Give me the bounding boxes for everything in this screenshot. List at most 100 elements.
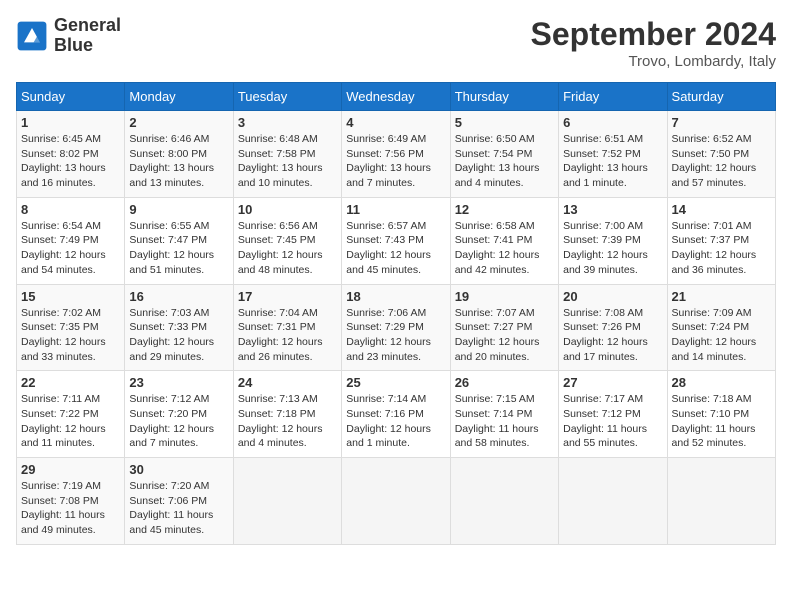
day-info: Sunrise: 6:49 AM Sunset: 7:56 PM Dayligh… — [346, 132, 445, 191]
calendar-table: SundayMondayTuesdayWednesdayThursdayFrid… — [16, 82, 776, 545]
day-cell: 19 Sunrise: 7:07 AM Sunset: 7:27 PM Dayli… — [450, 284, 558, 371]
day-number: 3 — [238, 115, 337, 130]
day-info: Sunrise: 7:04 AM Sunset: 7:31 PM Dayligh… — [238, 306, 337, 365]
day-number: 21 — [672, 289, 771, 304]
week-row-4: 22 Sunrise: 7:11 AM Sunset: 7:22 PM Dayli… — [17, 371, 776, 458]
day-info: Sunrise: 7:09 AM Sunset: 7:24 PM Dayligh… — [672, 306, 771, 365]
day-number: 12 — [455, 202, 554, 217]
day-number: 22 — [21, 375, 120, 390]
title-area: September 2024 Trovo, Lombardy, Italy — [531, 16, 776, 70]
month-title: September 2024 — [531, 16, 776, 53]
day-number: 14 — [672, 202, 771, 217]
day-number: 9 — [129, 202, 228, 217]
day-info: Sunrise: 7:02 AM Sunset: 7:35 PM Dayligh… — [21, 306, 120, 365]
weekday-header-tuesday: Tuesday — [233, 83, 341, 111]
day-number: 4 — [346, 115, 445, 130]
day-cell: 17 Sunrise: 7:04 AM Sunset: 7:31 PM Dayli… — [233, 284, 341, 371]
day-cell: 2Sunrise: 6:46 AM Sunset: 8:00 PM Daylig… — [125, 111, 233, 198]
day-cell: 7Sunrise: 6:52 AM Sunset: 7:50 PM Daylig… — [667, 111, 775, 198]
day-cell: 22 Sunrise: 7:11 AM Sunset: 7:22 PM Dayli… — [17, 371, 125, 458]
day-cell: 14 Sunrise: 7:01 AM Sunset: 7:37 PM Dayli… — [667, 197, 775, 284]
day-cell: 13Sunrise: 7:00 AM Sunset: 7:39 PM Dayli… — [559, 197, 667, 284]
day-info: Sunrise: 6:48 AM Sunset: 7:58 PM Dayligh… — [238, 132, 337, 191]
weekday-header-thursday: Thursday — [450, 83, 558, 111]
header: General Blue September 2024 Trovo, Lomba… — [16, 16, 776, 70]
day-number: 18 — [346, 289, 445, 304]
weekday-header-wednesday: Wednesday — [342, 83, 450, 111]
weekday-header-sunday: Sunday — [17, 83, 125, 111]
day-info: Sunrise: 7:19 AM Sunset: 7:08 PM Dayligh… — [21, 479, 120, 538]
day-number: 20 — [563, 289, 662, 304]
week-row-2: 8 Sunrise: 6:54 AM Sunset: 7:49 PM Daylig… — [17, 197, 776, 284]
day-number: 1 — [21, 115, 120, 130]
day-number: 28 — [672, 375, 771, 390]
day-cell: 8 Sunrise: 6:54 AM Sunset: 7:49 PM Daylig… — [17, 197, 125, 284]
week-row-5: 29 Sunrise: 7:19 AM Sunset: 7:08 PM Dayli… — [17, 458, 776, 545]
day-cell: 6Sunrise: 6:51 AM Sunset: 7:52 PM Daylig… — [559, 111, 667, 198]
location: Trovo, Lombardy, Italy — [531, 53, 776, 70]
day-info: Sunrise: 6:54 AM Sunset: 7:49 PM Dayligh… — [21, 219, 120, 278]
day-cell: 10 Sunrise: 6:56 AM Sunset: 7:45 PM Dayli… — [233, 197, 341, 284]
day-number: 5 — [455, 115, 554, 130]
day-info: Sunrise: 7:07 AM Sunset: 7:27 PM Dayligh… — [455, 306, 554, 365]
day-info: Sunrise: 7:03 AM Sunset: 7:33 PM Dayligh… — [129, 306, 228, 365]
day-number: 30 — [129, 462, 228, 477]
day-info: Sunrise: 6:46 AM Sunset: 8:00 PM Dayligh… — [129, 132, 228, 191]
day-info: Sunrise: 6:55 AM Sunset: 7:47 PM Dayligh… — [129, 219, 228, 278]
day-info: Sunrise: 7:11 AM Sunset: 7:22 PM Dayligh… — [21, 392, 120, 451]
day-cell: 15Sunrise: 7:02 AM Sunset: 7:35 PM Dayli… — [17, 284, 125, 371]
day-number: 17 — [238, 289, 337, 304]
day-cell: 5Sunrise: 6:50 AM Sunset: 7:54 PM Daylig… — [450, 111, 558, 198]
day-number: 13 — [563, 202, 662, 217]
day-info: Sunrise: 6:57 AM Sunset: 7:43 PM Dayligh… — [346, 219, 445, 278]
day-number: 11 — [346, 202, 445, 217]
day-info: Sunrise: 7:12 AM Sunset: 7:20 PM Dayligh… — [129, 392, 228, 451]
day-cell: 27 Sunrise: 7:17 AM Sunset: 7:12 PM Dayli… — [559, 371, 667, 458]
day-info: Sunrise: 7:01 AM Sunset: 7:37 PM Dayligh… — [672, 219, 771, 278]
day-number: 16 — [129, 289, 228, 304]
day-info: Sunrise: 6:58 AM Sunset: 7:41 PM Dayligh… — [455, 219, 554, 278]
logo-icon — [16, 20, 48, 52]
logo-line2: Blue — [54, 36, 121, 56]
day-info: Sunrise: 6:45 AM Sunset: 8:02 PM Dayligh… — [21, 132, 120, 191]
logo-line1: General — [54, 16, 121, 36]
weekday-header-row: SundayMondayTuesdayWednesdayThursdayFrid… — [17, 83, 776, 111]
day-number: 26 — [455, 375, 554, 390]
day-number: 6 — [563, 115, 662, 130]
day-number: 27 — [563, 375, 662, 390]
day-number: 24 — [238, 375, 337, 390]
day-cell: 28 Sunrise: 7:18 AM Sunset: 7:10 PM Dayli… — [667, 371, 775, 458]
day-info: Sunrise: 7:08 AM Sunset: 7:26 PM Dayligh… — [563, 306, 662, 365]
day-cell: 23 Sunrise: 7:12 AM Sunset: 7:20 PM Dayli… — [125, 371, 233, 458]
day-info: Sunrise: 7:14 AM Sunset: 7:16 PM Dayligh… — [346, 392, 445, 451]
week-row-3: 15Sunrise: 7:02 AM Sunset: 7:35 PM Dayli… — [17, 284, 776, 371]
day-cell: 3 Sunrise: 6:48 AM Sunset: 7:58 PM Daylig… — [233, 111, 341, 198]
day-number: 23 — [129, 375, 228, 390]
day-cell — [233, 458, 341, 545]
day-number: 8 — [21, 202, 120, 217]
day-info: Sunrise: 7:18 AM Sunset: 7:10 PM Dayligh… — [672, 392, 771, 451]
week-row-1: 1 Sunrise: 6:45 AM Sunset: 8:02 PM Daylig… — [17, 111, 776, 198]
day-info: Sunrise: 7:17 AM Sunset: 7:12 PM Dayligh… — [563, 392, 662, 451]
day-info: Sunrise: 6:56 AM Sunset: 7:45 PM Dayligh… — [238, 219, 337, 278]
day-cell: 21 Sunrise: 7:09 AM Sunset: 7:24 PM Dayli… — [667, 284, 775, 371]
logo: General Blue — [16, 16, 121, 56]
day-number: 29 — [21, 462, 120, 477]
day-number: 10 — [238, 202, 337, 217]
weekday-header-friday: Friday — [559, 83, 667, 111]
day-cell: 11 Sunrise: 6:57 AM Sunset: 7:43 PM Dayli… — [342, 197, 450, 284]
day-cell — [342, 458, 450, 545]
day-number: 19 — [455, 289, 554, 304]
day-cell: 26Sunrise: 7:15 AM Sunset: 7:14 PM Dayli… — [450, 371, 558, 458]
day-cell: 24 Sunrise: 7:13 AM Sunset: 7:18 PM Dayli… — [233, 371, 341, 458]
day-cell: 1 Sunrise: 6:45 AM Sunset: 8:02 PM Daylig… — [17, 111, 125, 198]
day-info: Sunrise: 7:06 AM Sunset: 7:29 PM Dayligh… — [346, 306, 445, 365]
day-cell: 18 Sunrise: 7:06 AM Sunset: 7:29 PM Dayli… — [342, 284, 450, 371]
day-cell — [667, 458, 775, 545]
day-cell — [450, 458, 558, 545]
day-info: Sunrise: 7:13 AM Sunset: 7:18 PM Dayligh… — [238, 392, 337, 451]
day-cell: 12 Sunrise: 6:58 AM Sunset: 7:41 PM Dayli… — [450, 197, 558, 284]
day-number: 7 — [672, 115, 771, 130]
weekday-header-monday: Monday — [125, 83, 233, 111]
day-cell: 16 Sunrise: 7:03 AM Sunset: 7:33 PM Dayli… — [125, 284, 233, 371]
